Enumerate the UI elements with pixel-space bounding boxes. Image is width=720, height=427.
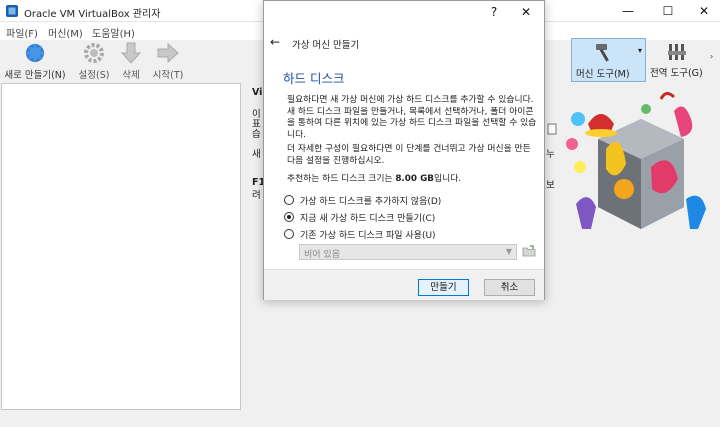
chevron-down-icon: ▼ (505, 247, 512, 256)
machine-tools-button[interactable]: ▾ 머신 도구(M) (571, 38, 646, 82)
text-fragment: 습 (252, 129, 261, 140)
cancel-button[interactable]: 취소 (484, 279, 535, 296)
global-tools-label: 전역 도구(G) (650, 68, 703, 79)
option-create-disk[interactable]: 지금 새 가상 하드 디스크 만들기(C) (284, 210, 435, 224)
settings-button-label: 설정(S) (78, 70, 110, 81)
radio-no-disk[interactable] (284, 195, 294, 205)
maximize-button[interactable]: ☐ (648, 0, 688, 22)
menu-file[interactable]: 파일(F) (6, 25, 38, 40)
option-no-disk[interactable]: 가상 하드 디스크를 추가하지 않음(D) (284, 193, 441, 207)
text-fragment: 려 (252, 190, 261, 201)
text-fragment: 누 (546, 149, 555, 160)
combo-value: 비어 있음 (304, 250, 340, 260)
wizard-title: 가상 머신 만들기 (292, 40, 360, 51)
dialog-close-button[interactable]: ✕ (516, 5, 536, 23)
down-arrow-icon (120, 42, 142, 64)
virtualbox-mascot-illustration (566, 92, 706, 229)
recommended-prefix: 추천하는 하드 디스크 크기는 (287, 174, 396, 184)
recommended-suffix: 입니다. (434, 174, 462, 184)
discard-button-label: 삭제 (122, 70, 140, 81)
welcome-heading-fragment: Vi (252, 87, 263, 98)
folder-icon[interactable] (522, 244, 536, 259)
global-tools-button[interactable]: 전역 도구(G) (648, 38, 708, 82)
back-arrow-icon[interactable]: ← (270, 35, 280, 49)
start-button-label: 시작(T) (152, 70, 184, 81)
chevron-down-icon: ▾ (638, 46, 643, 55)
right-arrow-icon (157, 42, 179, 64)
menu-help[interactable]: 도움말(H) (92, 25, 135, 40)
option-create-disk-label: 지금 새 가상 하드 디스크 만들기(C) (300, 213, 436, 224)
dialog-footer: 만들기 취소 (264, 269, 544, 300)
chevron-right-icon[interactable]: › (710, 52, 713, 61)
existing-disk-combo[interactable]: 비어 있음 ▼ (299, 244, 517, 260)
option-existing-disk[interactable]: 기존 가상 하드 디스크 파일 사용(U) (284, 227, 436, 241)
section-title: 하드 디스크 (283, 71, 345, 86)
recommended-size: 8.00 GB (395, 174, 435, 184)
radio-existing-disk[interactable] (284, 229, 294, 239)
machine-tools-label: 머신 도구(M) (576, 69, 630, 80)
option-no-disk-label: 가상 하드 디스크를 추가하지 않음(D) (300, 196, 442, 207)
discard-button[interactable]: 삭제 (114, 40, 148, 82)
hammer-icon (596, 44, 609, 62)
description-paragraph: 필요하다면 새 가상 머신에 가상 하드 디스크를 추가할 수 있습니다. 새 … (287, 95, 537, 140)
help-button[interactable]: ? (484, 5, 504, 23)
create-vm-dialog: ? ✕ ← 가상 머신 만들기 하드 디스크 필요하다면 새 가상 머신에 가상… (263, 0, 545, 300)
virtualbox-app-icon (6, 5, 18, 17)
window-title: Oracle VM VirtualBox 관리자 (24, 9, 161, 20)
start-button[interactable]: 시작(T) (148, 40, 188, 82)
new-vm-icon (25, 43, 45, 63)
recommended-size-text: 추천하는 하드 디스크 크기는 8.00 GB입니다. (287, 174, 537, 186)
option-existing-disk-label: 기존 가상 하드 디스크 파일 사용(U) (300, 230, 436, 241)
minimize-button[interactable]: — (608, 0, 648, 22)
advanced-note-paragraph: 더 자세한 구성이 필요하다면 이 단계를 건너뛰고 가상 머신을 만든 다음 … (287, 144, 531, 166)
close-button[interactable]: ✕ (684, 0, 720, 22)
document-icon (547, 123, 557, 135)
wizard-header: ← 가상 머신 만들기 (264, 30, 544, 54)
radio-create-disk[interactable] (284, 212, 294, 222)
new-button-label: 새로 만들기(N) (4, 70, 66, 81)
new-button[interactable]: 새로 만들기(N) (0, 40, 70, 82)
create-button[interactable]: 만들기 (418, 279, 469, 296)
dialog-titlebar: ? ✕ (264, 1, 544, 29)
text-fragment: 보 (546, 180, 555, 191)
tools-icon (668, 44, 686, 60)
settings-button[interactable]: 설정(S) (74, 40, 114, 82)
gear-icon (84, 43, 104, 63)
menu-machine[interactable]: 머신(M) (48, 25, 83, 40)
vm-list-panel (1, 83, 241, 410)
text-fragment: 새 (252, 149, 261, 160)
